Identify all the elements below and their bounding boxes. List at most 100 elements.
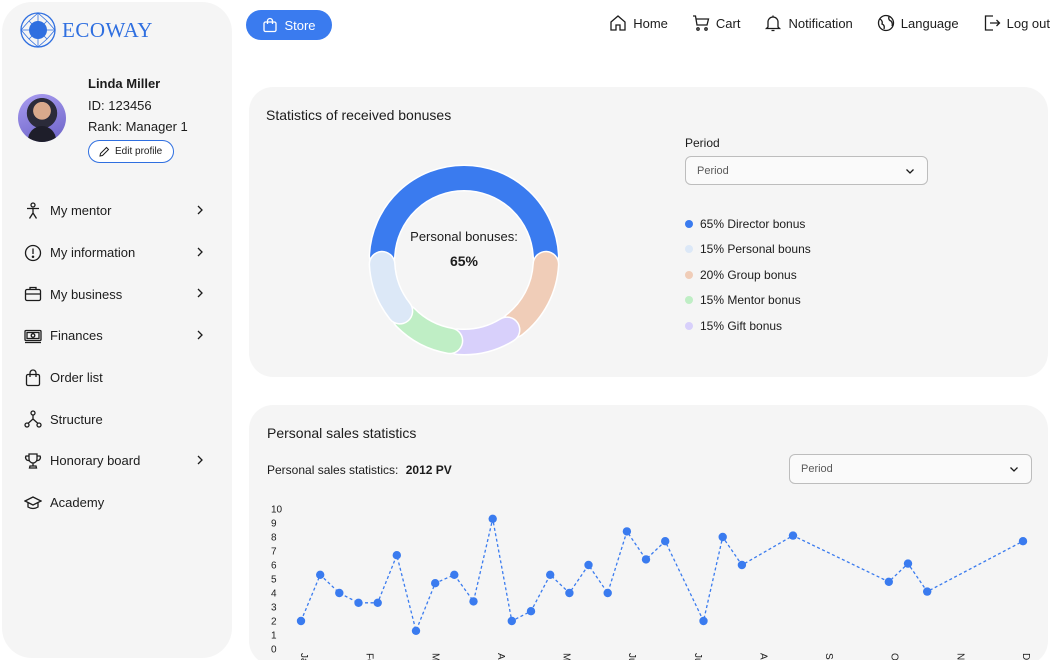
- cart-icon: [692, 15, 710, 31]
- period-select-value: Period: [697, 164, 729, 177]
- sales-statistics-card: Personal sales statistics Personal sales…: [249, 405, 1048, 660]
- legend-item: 20% Group bonus: [685, 262, 811, 288]
- sales-data-point[interactable]: [1018, 537, 1028, 546]
- sales-data-point[interactable]: [699, 616, 708, 626]
- sales-data-point[interactable]: [565, 588, 574, 598]
- logo-icon: [20, 12, 56, 48]
- x-tick-label: Mar: [429, 653, 440, 660]
- sales-data-point[interactable]: [431, 579, 440, 588]
- sales-data-point[interactable]: [507, 616, 516, 626]
- sales-data-point[interactable]: [488, 514, 497, 523]
- nav-home[interactable]: Home: [609, 14, 668, 32]
- legend-item: 15% Gift bonus: [685, 313, 811, 339]
- nav-label: Language: [900, 15, 959, 31]
- sales-data-point[interactable]: [546, 570, 555, 579]
- nav-label: Cart: [715, 15, 741, 31]
- sales-data-point[interactable]: [316, 570, 325, 579]
- shopping-bag-icon: [263, 17, 278, 33]
- sales-data-point[interactable]: [335, 588, 344, 598]
- sales-data-point[interactable]: [903, 559, 913, 568]
- sales-data-point[interactable]: [411, 626, 421, 635]
- sales-data-point[interactable]: [584, 560, 593, 570]
- edit-profile-button[interactable]: Edit profile: [88, 140, 175, 163]
- legend-item: 15% Mentor bonus: [685, 288, 811, 314]
- bonus-period-select[interactable]: Period: [685, 156, 928, 185]
- donut-slice[interactable]: [370, 252, 412, 324]
- sales-data-point[interactable]: [622, 527, 632, 536]
- home-icon: [610, 15, 626, 31]
- sales-data-point[interactable]: [884, 577, 893, 586]
- pencil-icon: [99, 146, 110, 157]
- x-tick-label: Jul: [692, 653, 703, 660]
- sales-data-point[interactable]: [354, 598, 363, 607]
- legend-dot: [685, 245, 693, 254]
- sales-data-point[interactable]: [737, 560, 747, 570]
- x-tick-label: Sep: [823, 653, 834, 660]
- sidebar-item-label: My information: [50, 245, 136, 261]
- y-tick-label: 0: [271, 645, 277, 656]
- sales-data-point[interactable]: [718, 532, 727, 542]
- store-label: Store: [284, 17, 316, 33]
- donut-slice[interactable]: [370, 165, 558, 268]
- donut-slice[interactable]: [393, 305, 462, 353]
- nav-notification[interactable]: Notification: [764, 14, 853, 32]
- x-tick-label: Oct: [889, 653, 900, 660]
- sales-data-point[interactable]: [373, 598, 382, 607]
- x-tick-label: Aug: [758, 653, 769, 660]
- legend-dot: [685, 219, 693, 228]
- sidebar-item-order-list[interactable]: Order list: [24, 357, 209, 399]
- sales-data-point[interactable]: [661, 537, 670, 546]
- sales-data-point[interactable]: [788, 531, 798, 540]
- chevron-right-icon: [197, 247, 203, 257]
- logo[interactable]: ECOWAY: [18, 10, 153, 50]
- chevron-right-icon: [197, 455, 203, 465]
- sidebar-item-label: My business: [50, 286, 123, 302]
- sidebar-item-academy[interactable]: Academy: [24, 482, 209, 524]
- sales-data-point[interactable]: [526, 607, 536, 616]
- y-tick-label: 1: [271, 631, 277, 642]
- money-icon: [24, 327, 42, 345]
- sales-data-point[interactable]: [392, 551, 401, 560]
- profile-id-value: 123456: [108, 98, 152, 113]
- logout-icon: [984, 15, 1001, 31]
- y-tick-label: 7: [271, 547, 277, 558]
- profile-rank: Rank: Manager 1: [88, 119, 188, 134]
- sales-period-select[interactable]: Period: [789, 454, 1032, 484]
- x-tick-label: Jun: [626, 653, 637, 660]
- legend-label: 15% Personal bouns: [700, 242, 811, 257]
- sales-data-point[interactable]: [296, 616, 306, 626]
- sales-summary: Personal sales statistics: 2012 PV: [267, 463, 452, 477]
- sidebar-item-label: Finances: [50, 328, 103, 344]
- y-tick-label: 8: [271, 533, 277, 544]
- bell-icon: [765, 15, 782, 32]
- donut-slice[interactable]: [446, 317, 519, 354]
- sidebar-item-label: Structure: [50, 411, 103, 427]
- top-nav: Home Cart Notification Language Log out: [609, 14, 1050, 32]
- x-tick-label: Dec: [1020, 653, 1031, 660]
- chevron-down-icon: [1010, 467, 1018, 472]
- briefcase-icon: [24, 285, 42, 303]
- sales-data-point[interactable]: [923, 587, 932, 596]
- sidebar-item-my-information[interactable]: My information: [24, 232, 209, 274]
- legend-label: 15% Mentor bonus: [700, 293, 801, 308]
- y-tick-label: 9: [271, 519, 277, 530]
- legend-label: 15% Gift bonus: [700, 318, 783, 333]
- sidebar-item-finances[interactable]: Finances: [24, 315, 209, 357]
- sidebar-item-my-mentor[interactable]: My mentor: [24, 190, 209, 232]
- store-button[interactable]: Store: [246, 10, 332, 40]
- sidebar-item-my-business[interactable]: My business: [24, 273, 209, 315]
- globe-icon: [877, 14, 894, 32]
- legend-item: 15% Personal bouns: [685, 237, 811, 263]
- nav-cart[interactable]: Cart: [692, 14, 741, 32]
- sales-data-point[interactable]: [641, 555, 651, 564]
- avatar[interactable]: [18, 94, 66, 142]
- info-icon: [24, 244, 42, 262]
- sales-data-point[interactable]: [603, 588, 612, 598]
- sidebar-item-label: My mentor: [50, 203, 112, 219]
- sales-data-point[interactable]: [450, 570, 459, 579]
- sidebar-item-honorary-board[interactable]: Honorary board: [24, 440, 209, 482]
- nav-language[interactable]: Language: [877, 14, 959, 32]
- sidebar-item-structure[interactable]: Structure: [24, 398, 209, 440]
- sales-data-point[interactable]: [469, 597, 478, 606]
- nav-log-out[interactable]: Log out: [983, 14, 1050, 32]
